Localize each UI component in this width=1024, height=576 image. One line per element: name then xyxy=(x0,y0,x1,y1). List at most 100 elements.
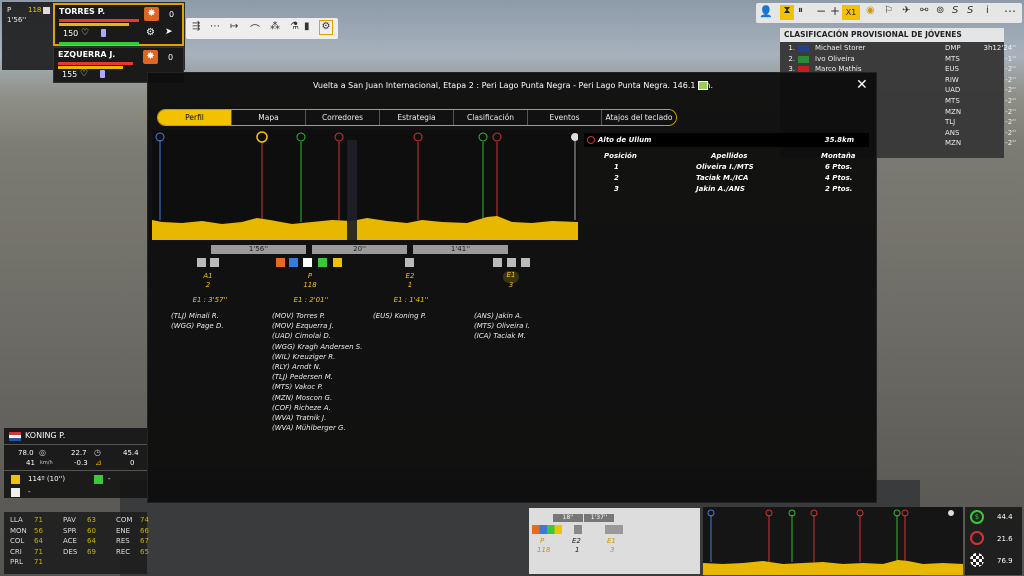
s-icon[interactable]: S xyxy=(952,5,958,16)
gauge-icon: ◎ xyxy=(39,448,46,457)
group-rider-entry[interactable]: (WGG) Page D. xyxy=(171,322,224,331)
menu-icon[interactable]: ⋯ xyxy=(1004,4,1016,18)
jersey-icon xyxy=(289,258,298,267)
climb-points: 6 Ptos. xyxy=(825,163,853,171)
flag-icon xyxy=(798,45,809,52)
pause-icon[interactable]: ⏸ xyxy=(798,5,803,16)
group-rider-entry[interactable]: (MOV) Torres P. xyxy=(272,312,325,321)
close-button[interactable]: ✕ xyxy=(856,77,868,93)
youth-time: -2'' xyxy=(1005,118,1016,127)
tab-mapa[interactable]: Mapa xyxy=(232,110,306,125)
info-icon[interactable]: ⅰ xyxy=(986,5,989,16)
tab-clasificacion[interactable]: Clasificación xyxy=(454,110,528,125)
trophy-icon[interactable]: ⧗ xyxy=(780,5,794,20)
gap-bar-2: 20'' xyxy=(312,245,407,254)
protect-icon[interactable]: ⌒ xyxy=(250,21,260,36)
stamina-bar xyxy=(58,66,123,69)
attack-icon[interactable]: ✸ xyxy=(143,50,158,64)
speed-unit: km/h xyxy=(40,460,53,466)
stat-a: 44.4 xyxy=(997,513,1013,521)
finish-icon xyxy=(970,553,984,567)
youth-name: Michael Storer xyxy=(815,44,866,52)
stat-value: 66 xyxy=(140,526,149,535)
bottle-order-icon[interactable]: ▮ xyxy=(304,21,310,32)
group-rider-entry[interactable]: (WVA) Tratnik J. xyxy=(272,414,326,423)
group-a1-count: 2 xyxy=(205,281,211,289)
user-icon[interactable]: 👤 xyxy=(759,5,773,18)
group-rider-entry[interactable]: (MOV) Ezquerra J. xyxy=(272,322,334,331)
gap-bar-3: 1'41'' xyxy=(413,245,508,254)
car-icon[interactable]: ✈ xyxy=(902,5,910,16)
cyclist-icon[interactable]: ⚐ xyxy=(884,5,893,16)
group-rider-entry[interactable]: (COF) Richeze A. xyxy=(272,404,331,413)
s2-icon[interactable]: S xyxy=(967,5,973,16)
group-rider-entry[interactable]: (TLJ) Pedersen M. xyxy=(272,373,333,382)
mini-jersey-e2 xyxy=(574,525,582,534)
tab-corredores[interactable]: Corredores xyxy=(306,110,380,125)
tab-atajos[interactable]: Atajos del teclado xyxy=(602,110,676,125)
group-rider-entry[interactable]: (MTS) Vakoc P. xyxy=(272,383,323,392)
group-rider-entry[interactable]: (EUS) Koning P. xyxy=(373,312,426,321)
pace-icon[interactable]: ➤ xyxy=(165,27,173,37)
stat-key: DES xyxy=(63,547,78,556)
jersey-icon xyxy=(318,258,327,267)
settings-order-icon[interactable]: ⚙ xyxy=(319,20,333,35)
echelon-icon[interactable]: ⁂ xyxy=(270,21,280,32)
stat-b: 21.6 xyxy=(997,535,1013,543)
group-rider-entry[interactable]: (MZN) Moscon G. xyxy=(272,394,332,403)
stat-value: 65 xyxy=(140,547,149,556)
plus-icon[interactable]: + xyxy=(830,4,840,18)
bike-icon[interactable]: ⚯ xyxy=(920,5,928,16)
climb-table: Alto de Ullum 35.8km Posición Apellidos … xyxy=(584,133,869,195)
card-rider-name: KONING P. xyxy=(25,431,66,440)
stat-key: COL xyxy=(10,537,25,545)
break-icon[interactable]: ⇶ xyxy=(192,21,200,32)
eye-icon[interactable]: ◉ xyxy=(866,5,875,16)
follow-icon[interactable]: ⋯ xyxy=(210,21,220,32)
group-rider-entry[interactable]: (UAD) Cimolai D. xyxy=(272,332,331,341)
mini-label-p: P xyxy=(540,537,545,545)
stat-key: PAV xyxy=(63,516,76,524)
jersey-icon xyxy=(210,258,219,267)
rider-slot-1[interactable]: TORRES P. 150 ♡ ✸ 0 ⚙ ➤ xyxy=(53,3,184,46)
camera-icon[interactable]: ⊚ xyxy=(936,5,944,16)
youth-time: -2'' xyxy=(1005,107,1016,116)
youth-time: -2'' xyxy=(1005,86,1016,95)
jersey-icon xyxy=(333,258,342,267)
mini-jersey-group xyxy=(532,525,562,534)
youth-team: DMP xyxy=(945,44,961,52)
group-rider-entry[interactable]: (ANS) Jakin A. xyxy=(474,312,522,321)
points-rank: - xyxy=(108,475,111,483)
group-e2-count: 1 xyxy=(407,281,413,289)
power-value: 78.0 xyxy=(18,449,34,457)
group-label: P xyxy=(7,6,12,14)
speed-button[interactable]: X1 xyxy=(842,5,860,20)
top-right-toolbar: 👤 ⧗ ⏸ − + X1 ◉ ⚐ ✈ ⚯ ⊚ S S ⅰ ⋯ xyxy=(756,3,1022,23)
group-rider-entry[interactable]: (ICA) Taciak M. xyxy=(474,332,526,341)
group-rider-entry[interactable]: (WIL) Kreuziger R. xyxy=(272,353,335,362)
tab-eventos[interactable]: Eventos xyxy=(528,110,602,125)
relay-icon[interactable]: ↦ xyxy=(230,21,238,32)
tab-estrategia[interactable]: Estrategia xyxy=(380,110,454,125)
group-rider-entry[interactable]: (RLY) Arndt N. xyxy=(272,363,321,372)
col-pos-header: Posición xyxy=(604,152,637,160)
tab-perfil[interactable]: Perfil xyxy=(158,110,232,125)
stat-value: 64 xyxy=(34,537,43,545)
climb-name: Alto de Ullum xyxy=(598,136,652,144)
heart-icon: ♡ xyxy=(80,69,89,79)
group-rider-entry[interactable]: (TLJ) Minali R. xyxy=(171,312,219,321)
stat-key: REC xyxy=(116,547,131,556)
climb-pos: 1 xyxy=(614,163,619,171)
feed-icon[interactable]: ⚗ xyxy=(290,21,299,32)
settings-icon[interactable]: ⚙ xyxy=(146,27,155,38)
climb-distance: 35.8km xyxy=(824,136,854,144)
minus-icon[interactable]: − xyxy=(816,4,826,18)
attack-icon[interactable]: ✸ xyxy=(144,7,159,21)
stat-key: RES xyxy=(116,537,130,545)
bottle-icon xyxy=(101,29,106,37)
group-rider-entry[interactable]: (WVA) Mühlberger G. xyxy=(272,424,346,433)
right-stats: $ 44.4 21.6 76.9 xyxy=(965,507,1022,575)
group-rider-entry[interactable]: (MTS) Oliveira I. xyxy=(474,322,530,331)
stat-c: 76.9 xyxy=(997,557,1013,565)
group-rider-entry[interactable]: (WGG) Kragh Andersen S. xyxy=(272,343,362,352)
